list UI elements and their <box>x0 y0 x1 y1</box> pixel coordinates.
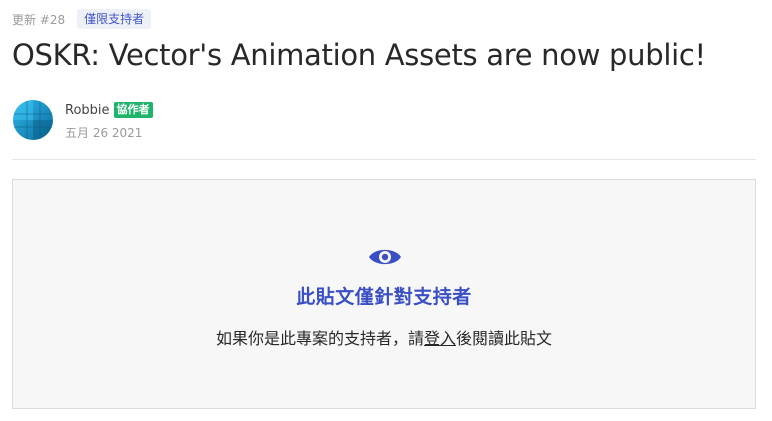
post-meta-row: 更新 #28 僅限支持者 <box>12 8 152 30</box>
update-number-label: 更新 #28 <box>12 12 66 27</box>
post-date: 五月 26 2021 <box>65 126 143 140</box>
locked-title: 此貼文僅針對支持者 <box>296 286 472 308</box>
backers-only-badge: 僅限支持者 <box>77 9 152 29</box>
locked-message-end: 後閱讀此貼文 <box>456 329 553 348</box>
eye-icon <box>369 249 401 265</box>
locked-content-panel: 此貼文僅針對支持者 如果你是此專案的支持者，請登入後閱讀此貼文 <box>12 179 756 409</box>
collaborator-badge: 協作者 <box>113 102 153 118</box>
author-name-link[interactable]: Robbie <box>65 103 110 118</box>
avatar-image <box>13 100 53 140</box>
header-divider <box>12 159 756 160</box>
post-title: OSKR: Vector's Animation Assets are now … <box>12 38 706 72</box>
locked-message: 如果你是此專案的支持者，請登入後閱讀此貼文 <box>13 325 755 349</box>
login-link[interactable]: 登入 <box>424 329 456 348</box>
locked-message-start: 如果你是此專案的支持者，請 <box>215 329 424 348</box>
author-avatar[interactable] <box>13 100 53 140</box>
author-name-row: Robbie 協作者 <box>65 102 153 118</box>
